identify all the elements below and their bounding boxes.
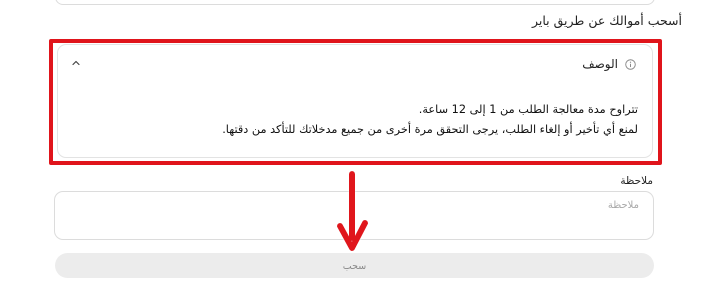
note-label: ملاحظة bbox=[620, 175, 653, 187]
note-input[interactable] bbox=[54, 191, 654, 240]
previous-field-edge bbox=[55, 0, 655, 5]
page-title: أسحب أموالك عن طريق باير bbox=[531, 13, 682, 28]
annotation-highlight-box bbox=[49, 39, 662, 165]
withdraw-button[interactable]: سحب bbox=[55, 253, 654, 278]
